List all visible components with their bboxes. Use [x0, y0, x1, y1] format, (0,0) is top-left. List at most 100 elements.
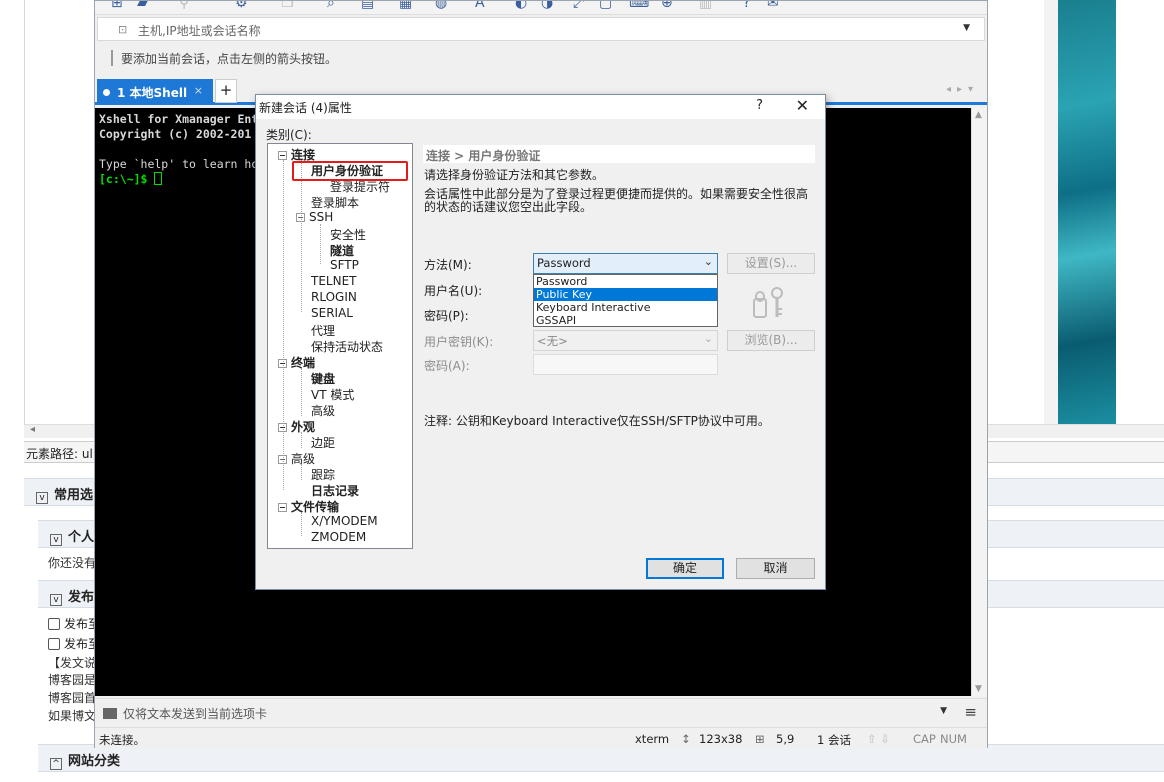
- tree-item-advanced[interactable]: − 高级: [278, 450, 315, 467]
- cancel-button[interactable]: 取消: [736, 558, 815, 579]
- tree-item-trace[interactable]: 跟踪: [311, 466, 335, 483]
- tree-guide: [301, 512, 302, 536]
- tab-local-shell[interactable]: 1 本地Shell ×: [97, 79, 213, 105]
- new-session-icon[interactable]: ⊞: [111, 1, 123, 11]
- collapse-icon[interactable]: v: [50, 534, 62, 546]
- send-bar[interactable]: 仅将文本发送到当前选项卡 ▼ ≡: [95, 698, 987, 726]
- settings-button[interactable]: 设置(S)...: [727, 253, 815, 274]
- tree-item-telnet[interactable]: TELNET: [311, 274, 357, 288]
- passphrase-input[interactable]: [533, 354, 718, 375]
- user-key-select[interactable]: <无> ⌄: [533, 330, 718, 351]
- chevron-down-icon[interactable]: ⌄: [704, 255, 713, 268]
- globe-icon[interactable]: ◍: [435, 1, 447, 11]
- tree-item-ssh[interactable]: − SSH: [296, 210, 333, 224]
- tree-item-security[interactable]: 安全性: [330, 226, 366, 243]
- method-option[interactable]: GSSAPI: [534, 314, 717, 327]
- method-select[interactable]: Password ⌄: [533, 253, 718, 274]
- collapse-icon[interactable]: −: [296, 213, 305, 222]
- link-icon[interactable]: ⚲: [179, 1, 189, 11]
- find-icon[interactable]: ⌕: [327, 1, 335, 11]
- xmanager-icon[interactable]: ◑: [541, 1, 553, 11]
- collapse-icon[interactable]: −: [278, 359, 287, 368]
- tree-item-vt-mode[interactable]: VT 模式: [311, 386, 354, 403]
- category-tree[interactable]: − 连接 用户身份验证 登录提示符 登录脚本 − SSH 安全性 隧道 SFTP T…: [267, 143, 413, 549]
- session-properties-dialog: 新建会话 (4)属性 ? ✕ 类别(C): − 连接 用户身份验证 登录提示符 登…: [255, 94, 826, 590]
- chat-icon[interactable]: ✉: [767, 1, 779, 11]
- address-bar[interactable]: ⊡ 主机,IP地址或会话名称 ▼: [97, 17, 985, 41]
- add-tab-button[interactable]: +: [215, 79, 237, 103]
- tree-item-tunnel[interactable]: 隧道: [330, 242, 354, 259]
- close-tab-icon[interactable]: ×: [194, 84, 203, 97]
- collapse-icon[interactable]: −: [278, 455, 287, 464]
- publish-checkbox[interactable]: 发布至: [48, 635, 100, 652]
- collapse-icon[interactable]: −: [278, 151, 287, 160]
- arrow-button-icon[interactable]: [111, 50, 113, 66]
- tree-item-rlogin[interactable]: RLOGIN: [311, 290, 357, 304]
- checkbox-icon[interactable]: [48, 618, 60, 630]
- close-button[interactable]: ✕: [796, 96, 809, 115]
- nav-arrows-icon[interactable]: ⇧ ⇩: [867, 732, 890, 746]
- tree-item-zmodem[interactable]: ZMODEM: [311, 530, 366, 544]
- tree-item-xymodem[interactable]: X/YMODEM: [311, 514, 378, 528]
- tree-item-margin[interactable]: 边距: [311, 434, 335, 451]
- expand-icon[interactable]: ^: [50, 758, 62, 770]
- method-dropdown-list[interactable]: Password Public Key Keyboard Interactive…: [533, 274, 718, 327]
- tile-icon[interactable]: ▥: [699, 1, 712, 11]
- method-option[interactable]: Public Key: [534, 288, 717, 301]
- copy-icon[interactable]: ❐: [281, 1, 294, 11]
- address-input[interactable]: 主机,IP地址或会话名称: [138, 22, 261, 39]
- scroll-up-icon[interactable]: ▲: [975, 110, 982, 120]
- tree-item-keepalive[interactable]: 保持活动状态: [311, 338, 383, 355]
- help-icon[interactable]: ?: [743, 1, 750, 11]
- checkbox-icon[interactable]: [48, 638, 60, 650]
- chevron-down-icon[interactable]: ⌄: [704, 332, 713, 345]
- collapse-icon[interactable]: v: [50, 594, 62, 606]
- tree-item-login-script[interactable]: 登录脚本: [311, 194, 359, 211]
- ok-button[interactable]: 确定: [646, 558, 724, 579]
- tree-item-terminal[interactable]: − 终端: [278, 354, 315, 371]
- terminal-size: 123x38: [699, 732, 743, 746]
- session-hint-bar: 要添加当前会话，点击左侧的箭头按钮。: [97, 43, 985, 73]
- open-folder-icon[interactable]: ▰: [137, 1, 148, 11]
- browse-button[interactable]: 浏览(B)...: [727, 330, 815, 351]
- tab-nav-arrows-icon[interactable]: ◂▸▾: [946, 84, 979, 95]
- tree-item-sftp[interactable]: SFTP: [330, 258, 359, 272]
- layout-icon[interactable]: ▦: [399, 1, 412, 11]
- publish-checkbox[interactable]: 发布至: [48, 615, 100, 632]
- size-icon: ↕: [681, 732, 691, 746]
- collapse-icon[interactable]: v: [36, 492, 48, 504]
- chevron-down-icon[interactable]: ▼: [940, 706, 947, 716]
- vertical-scrollbar[interactable]: ▲ ▼: [971, 108, 987, 696]
- add-icon[interactable]: ⊕: [661, 1, 673, 11]
- print-icon[interactable]: ▤: [361, 1, 374, 11]
- tree-item-appearance[interactable]: − 外观: [278, 418, 315, 435]
- note-text: 如果博文: [48, 709, 97, 723]
- fullscreen-icon[interactable]: ⤢: [573, 1, 584, 11]
- tree-item-advanced[interactable]: 高级: [311, 402, 335, 419]
- scroll-down-icon[interactable]: ▼: [975, 684, 982, 694]
- collapse-icon[interactable]: −: [278, 503, 287, 512]
- menu-icon[interactable]: ≡: [964, 703, 977, 721]
- keyboard-icon[interactable]: ⌨: [629, 1, 649, 11]
- tree-item-keyboard[interactable]: 键盘: [311, 370, 335, 387]
- chevron-down-icon[interactable]: ▼: [963, 23, 970, 33]
- tree-item-proxy[interactable]: 代理: [311, 322, 335, 339]
- method-label: 方法(M):: [424, 258, 472, 272]
- caps-indicator: CAP: [913, 732, 936, 746]
- method-option[interactable]: Password: [534, 275, 717, 288]
- xftp-icon[interactable]: ◐: [515, 1, 527, 11]
- lock-icon[interactable]: ▢: [599, 1, 612, 11]
- tree-item-file-transfer[interactable]: − 文件传输: [278, 498, 339, 515]
- help-button[interactable]: ?: [756, 98, 763, 113]
- tree-item-log[interactable]: 日志记录: [311, 482, 359, 499]
- editor-image: [1058, 0, 1116, 424]
- method-option[interactable]: Keyboard Interactive: [534, 301, 717, 314]
- section-description: 请选择身份验证方法和其它参数。 会话属性中此部分是为了登录过程更便捷而提供的。如…: [424, 169, 808, 214]
- collapse-icon[interactable]: −: [278, 423, 287, 432]
- settings-icon[interactable]: ⚙: [235, 1, 248, 11]
- cursor-position: 5,9: [776, 732, 795, 746]
- tree-item-serial[interactable]: SERIAL: [311, 306, 353, 320]
- scroll-left-icon[interactable]: ◂: [30, 424, 35, 435]
- terminal-prompt: [c:\~]$: [99, 172, 155, 186]
- font-icon[interactable]: A: [475, 1, 485, 11]
